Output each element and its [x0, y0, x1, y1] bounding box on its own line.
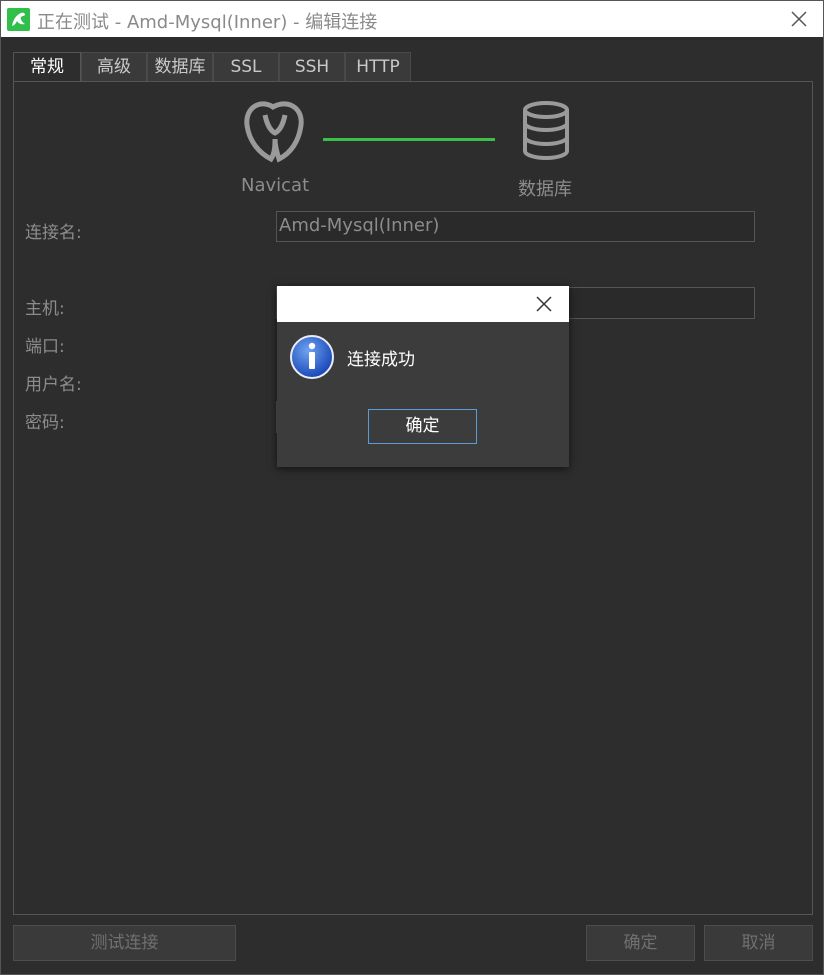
navicat-logo-icon: [241, 101, 305, 167]
database-icon: [522, 101, 570, 165]
title-bar: 正在测试 - Amd-Mysql(Inner) - 编辑连接: [1, 1, 823, 37]
tab-databases[interactable]: 数据库: [147, 52, 213, 81]
general-panel: [13, 81, 813, 915]
tab-ssh[interactable]: SSH: [279, 52, 345, 81]
tab-http[interactable]: HTTP: [345, 52, 411, 81]
username-label: 用户名:: [25, 375, 82, 395]
tab-advanced[interactable]: 高级: [81, 52, 147, 81]
connection-line: [323, 138, 495, 141]
close-icon[interactable]: [789, 9, 809, 29]
tab-general[interactable]: 常规: [13, 52, 81, 83]
connection-name-label: 连接名:: [25, 223, 82, 243]
info-icon: [289, 334, 335, 384]
cancel-button[interactable]: 取消: [704, 925, 813, 961]
navicat-label: Navicat: [241, 175, 310, 196]
password-label: 密码:: [25, 413, 65, 433]
success-dialog: 连接成功 确定: [277, 286, 569, 467]
port-label: 端口:: [25, 337, 65, 357]
database-label: 数据库: [518, 179, 572, 200]
tab-ssl[interactable]: SSL: [213, 52, 279, 81]
dialog-ok-button[interactable]: 确定: [368, 409, 477, 444]
edit-connection-window: 正在测试 - Amd-Mysql(Inner) - 编辑连接 常规 高级 数据库…: [0, 0, 824, 975]
connection-name-input[interactable]: Amd-Mysql(Inner): [276, 211, 755, 242]
dialog-title-bar: [277, 286, 569, 322]
close-icon[interactable]: [535, 295, 553, 313]
window-title: 正在测试 - Amd-Mysql(Inner) - 编辑连接: [37, 12, 378, 33]
navicat-dolphin-icon: [7, 8, 30, 31]
host-label: 主机:: [25, 299, 65, 319]
test-connection-button[interactable]: 测试连接: [13, 925, 236, 961]
dialog-message: 连接成功: [347, 350, 415, 370]
ok-button[interactable]: 确定: [586, 925, 695, 961]
